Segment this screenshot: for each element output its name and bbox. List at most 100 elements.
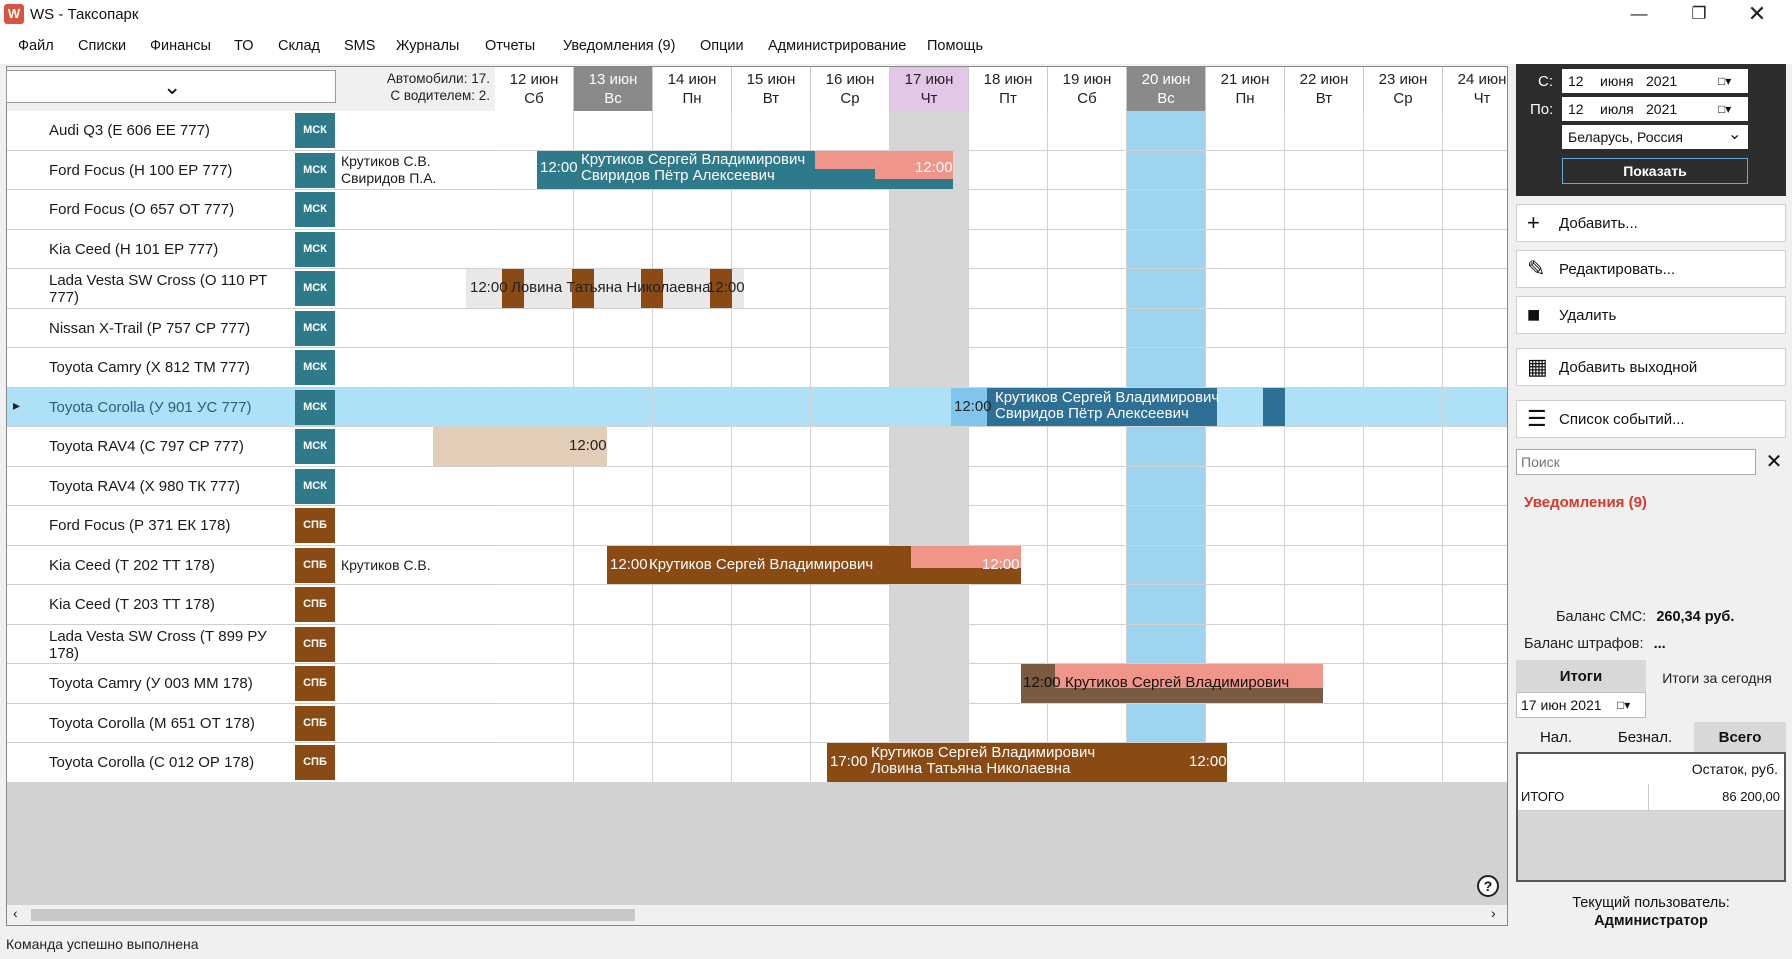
day-cell[interactable] [811,348,889,387]
region-select[interactable]: Беларусь, Россия ⌄ [1562,125,1748,149]
day-cell[interactable] [653,703,731,742]
day-cell[interactable] [969,427,1047,466]
day-cell[interactable] [811,506,889,545]
day-cell[interactable] [1285,466,1363,505]
day-cell[interactable] [890,624,968,663]
day-header[interactable]: 17 июн Чт [890,67,969,111]
totals-date-picker[interactable]: 17 июн 2021 □▾ [1516,692,1646,718]
minimize-icon[interactable]: — [1612,0,1666,30]
day-cell[interactable] [732,664,810,703]
day-cell[interactable] [890,269,968,308]
day-header[interactable]: 16 июн Ср [811,67,890,111]
day-cell[interactable] [1048,348,1126,387]
day-cell[interactable] [574,308,652,347]
day-cell[interactable] [1285,585,1363,624]
day-cell[interactable] [495,743,573,782]
table-row[interactable]: Ford Focus (Р 371 ЕК 178) СПБ [7,506,1507,546]
day-cell[interactable] [495,111,573,150]
day-cell[interactable] [1048,190,1126,229]
day-cell[interactable] [1443,348,1507,387]
day-cell[interactable] [1048,229,1126,268]
day-cell[interactable] [1364,427,1442,466]
day-cell[interactable] [969,150,1047,189]
day-cell[interactable] [653,348,731,387]
day-cell[interactable] [1443,190,1507,229]
day-cell[interactable] [732,585,810,624]
day-header[interactable]: 22 июн Вт [1285,67,1364,111]
day-cell[interactable] [890,703,968,742]
day-cell[interactable] [1364,348,1442,387]
day-cell[interactable] [811,308,889,347]
day-cell[interactable] [811,664,889,703]
events-list-button[interactable]: ☰ Список событий... [1516,400,1786,438]
table-row[interactable]: Toyota Camry (Х 812 ТМ 777) МСК [7,348,1507,388]
day-cell[interactable] [1364,624,1442,663]
calendar-icon[interactable]: □▾ [1718,69,1731,93]
day-cell[interactable] [1285,150,1363,189]
day-cell[interactable] [1364,466,1442,505]
day-cell[interactable] [811,111,889,150]
day-cell[interactable] [1048,111,1126,150]
table-row[interactable]: Kia Ceed (Н 101 ЕР 777) МСК [7,229,1507,269]
day-cell[interactable] [574,387,652,426]
day-cell[interactable] [1048,269,1126,308]
day-cell[interactable] [1127,190,1205,229]
tab-totals[interactable]: Итоги [1516,660,1646,694]
day-cell[interactable] [495,308,573,347]
menu-reports[interactable]: Отчеты [485,38,535,54]
day-cell[interactable] [1364,545,1442,584]
day-cell[interactable] [732,506,810,545]
day-cell[interactable] [890,664,968,703]
day-cell[interactable] [732,387,810,426]
search-input[interactable] [1516,449,1756,475]
day-cell[interactable] [811,269,889,308]
show-button[interactable]: Показать [1562,158,1748,184]
day-cell[interactable] [574,585,652,624]
day-cell[interactable] [574,229,652,268]
day-cell[interactable] [890,229,968,268]
day-cell[interactable] [1048,585,1126,624]
table-row[interactable]: Nissan X-Trail (Р 757 СР 777) МСК [7,308,1507,348]
day-cell[interactable] [574,466,652,505]
help-icon[interactable]: ? [1477,875,1499,897]
day-cell[interactable] [1285,348,1363,387]
day-cell[interactable] [653,585,731,624]
tab-all[interactable]: Всего [1694,722,1786,754]
day-cell[interactable] [574,348,652,387]
day-cell[interactable] [890,427,968,466]
day-cell[interactable] [969,506,1047,545]
day-cell[interactable] [1443,585,1507,624]
day-cell[interactable] [1048,703,1126,742]
table-row[interactable]: Lada Vesta SW Cross (Т 899 РУ 178) СПБ [7,624,1507,664]
day-cell[interactable] [1048,624,1126,663]
day-cell[interactable] [1364,506,1442,545]
scroll-left-icon[interactable]: ‹ [13,905,18,921]
scrollbar-thumb[interactable] [31,909,635,921]
day-cell[interactable] [732,703,810,742]
day-cell[interactable] [495,466,573,505]
day-cell[interactable] [1443,506,1507,545]
clear-search-icon[interactable]: ✕ [1762,449,1786,475]
day-cell[interactable] [1048,427,1126,466]
day-cell[interactable] [1285,111,1363,150]
day-header[interactable]: 20 июн Вс [1127,67,1206,111]
day-cell[interactable] [1443,545,1507,584]
day-cell[interactable] [1048,150,1126,189]
day-cell[interactable] [574,624,652,663]
day-cell[interactable] [1048,506,1126,545]
table-row[interactable]: Ford Focus (О 657 ОТ 777) МСК [7,190,1507,230]
day-cell[interactable] [653,190,731,229]
menu-help[interactable]: Помощь [927,38,983,54]
day-cell[interactable] [1443,308,1507,347]
day-cell[interactable] [732,743,810,782]
day-cell[interactable] [811,427,889,466]
day-cell[interactable] [1206,229,1284,268]
day-cell[interactable] [653,308,731,347]
day-cell[interactable] [1127,348,1205,387]
day-cell[interactable] [1443,664,1507,703]
table-row[interactable]: Kia Ceed (Т 203 ТТ 178) СПБ [7,585,1507,625]
menu-file[interactable]: Файл [18,38,54,54]
day-cell[interactable] [969,624,1047,663]
day-cell[interactable] [890,348,968,387]
day-cell[interactable] [811,585,889,624]
